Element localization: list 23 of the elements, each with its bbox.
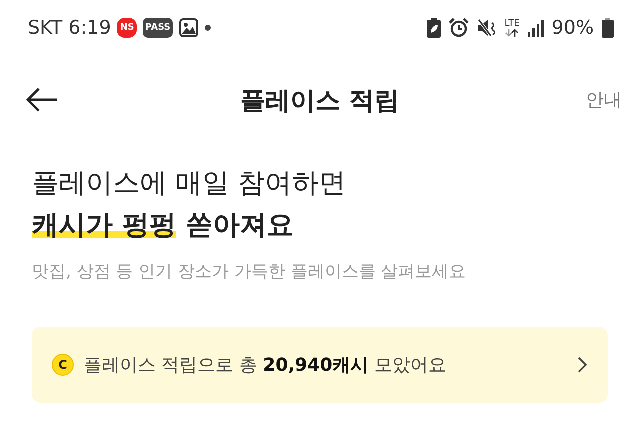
alarm-icon — [448, 18, 469, 38]
cash-summary-text: 플레이스 적립으로 총 20,940캐시 모았어요 — [84, 354, 448, 377]
coin-icon: C — [52, 354, 74, 376]
headline: 플레이스에 매일 참여하면 — [32, 167, 348, 201]
carrier: SKT — [28, 17, 63, 39]
battery-percent: 90% — [552, 17, 594, 39]
back-arrow-icon — [26, 88, 58, 112]
page-title: 플레이스 적립 — [240, 84, 400, 116]
cash-summary-banner[interactable]: C 플레이스 적립으로 총 20,940캐시 모았어요 — [32, 327, 608, 403]
info-link[interactable]: 안내 — [582, 84, 626, 116]
app-badge: NS — [117, 18, 138, 38]
subtitle: 맛집, 상점 등 인기 장소가 가득한 플레이스를 살펴보세요 — [32, 261, 468, 283]
mute-icon — [476, 18, 497, 38]
image-icon — [178, 18, 199, 38]
battery-leaf-icon — [426, 18, 441, 38]
network-type: LTE — [504, 19, 520, 29]
chevron-right-icon — [578, 357, 588, 373]
app-badge: PASS — [143, 18, 173, 38]
battery-icon — [602, 18, 614, 38]
signal-icon — [528, 19, 544, 37]
data-arrows-icon — [505, 29, 520, 37]
clock: 6:19 — [68, 17, 112, 39]
dot-icon — [204, 25, 211, 31]
